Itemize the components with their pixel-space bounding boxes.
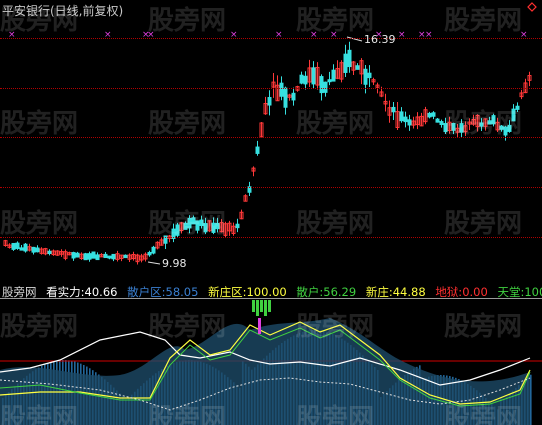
candle-body [279,82,284,97]
heaven-bar [268,300,271,312]
heaven-bar [264,300,267,316]
volume-bar [530,374,532,425]
candle-body [431,112,436,117]
candle-body [31,246,36,253]
ind-item-heaven: 天堂:100.00 [497,285,542,299]
candle-body [355,65,360,70]
candle-body [319,76,324,94]
candle-body [327,79,332,83]
candle-body [47,250,52,254]
grid-line [0,187,542,188]
candle-body [215,222,220,230]
grid-line [0,237,542,238]
candle-body [199,219,204,227]
ind-item-retail: 散户:56.29 [296,285,357,299]
candle-body [71,252,76,259]
candle-body [211,222,216,233]
candle-body [367,72,372,79]
candle-body [443,123,448,133]
candle-body [303,75,308,85]
candle-body [515,105,520,110]
low-pointer [147,261,161,265]
candle-body [363,68,368,85]
candle-body [403,116,408,123]
candle-body [311,67,316,85]
candle-body [107,255,112,259]
candle-body [195,220,200,231]
grid-line [0,38,542,39]
candle-body [175,224,180,236]
candle-body [451,122,456,131]
ind-item-new-dealer-zone: 新庄区:100.00 [208,285,287,299]
candle-body [151,246,156,254]
candle-body [235,223,240,229]
ind-item-new-dealer: 新庄:44.88 [365,285,426,299]
candle-body [19,247,24,251]
grid-line [0,88,542,89]
candle-body [283,87,288,108]
candle-body [95,254,100,261]
indicator-name: 股旁网 [2,285,37,299]
candle-body [15,242,20,249]
low-price-label: 9.98 [162,257,187,270]
indicator-header: 股旁网 看实力:40.66 散户区:58.05 新庄区:100.00 散户:56… [2,284,542,300]
candle-body [11,242,16,250]
grid-line [0,137,542,138]
candle-body [459,123,464,133]
candle-body [439,121,444,126]
chart-canvas[interactable]: × × ×× × × × × × × × × × [0,0,542,425]
candle-body [91,251,96,259]
candle-body [267,97,272,106]
candle-body [347,49,352,68]
candle-body [479,122,484,127]
candle-body [299,74,304,84]
red-diamond-icon [527,2,537,12]
candle-body [487,120,492,125]
candle-body [503,126,508,136]
candle-body [343,53,348,73]
ind-item-hell: 地狱:0.00 [435,285,488,299]
candle-body [407,119,412,126]
stock-chart-window: 平安银行(日线,前复权) × × × × × × × × × × × × × 16.39 9.98 股旁… [0,0,542,425]
candle-body [75,252,80,258]
candle-body [83,253,88,261]
candle-body [491,115,496,125]
candle-body [427,112,432,118]
heaven-bar [260,300,263,312]
candle-body [187,217,192,229]
heaven-bar [256,300,259,316]
candle-body [87,253,92,260]
ind-item-retail-zone: 散户区:58.05 [127,285,199,299]
high-price-label: 16.39 [364,33,396,46]
candle-body [507,124,512,132]
candle-body [103,253,108,259]
candle-body [331,69,336,82]
candle-body [255,146,260,154]
candle-body [183,222,188,230]
candle-body [499,125,504,130]
candle-body [191,217,196,225]
ind-item-strength: 看实力:40.66 [46,285,118,299]
heaven-bar [252,300,255,312]
candle-body [291,92,296,101]
candle-body [147,251,152,256]
area-fill [0,318,530,425]
candle-body [123,254,128,259]
candle-body [111,253,116,260]
purple-bar [258,318,261,334]
candle-body [23,243,28,252]
candle-body [511,108,516,122]
candle-body [391,106,396,113]
candle-body [203,223,208,233]
candle-body [35,247,40,253]
candle-body [435,118,440,123]
candle-body [399,111,404,122]
